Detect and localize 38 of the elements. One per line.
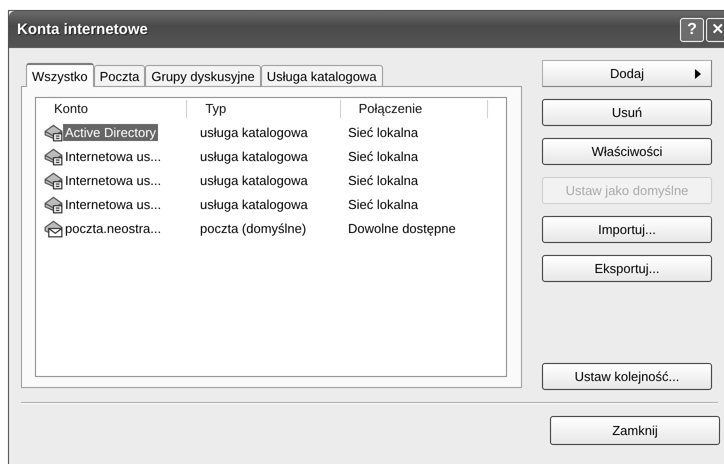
- table-cell-text: usługa katalogowa: [199, 124, 309, 140]
- action-button[interactable]: Właściwości: [542, 138, 712, 165]
- close-dialog-button[interactable]: Zamknij: [550, 416, 720, 445]
- table-cell-text: Sieć lokalna: [348, 196, 420, 212]
- table-cell-text: usługa katalogowa: [199, 148, 309, 164]
- directory-service-icon: [44, 194, 63, 214]
- window-title: Konta internetowe: [17, 21, 149, 38]
- table-cell-text: Dowolne dostępne: [348, 220, 457, 236]
- action-button[interactable]: Importuj...: [542, 216, 712, 243]
- table-cell-text: Sieć lokalna: [348, 148, 420, 164]
- account-name[interactable]: poczta.neostra...: [63, 220, 164, 236]
- tab[interactable]: Usługa katalogowa: [260, 65, 383, 86]
- table-cell-text: poczta (domyślne): [199, 220, 308, 236]
- close-button[interactable]: ✕: [706, 18, 724, 42]
- directory-service-icon: [44, 146, 63, 166]
- mail-account-icon: [44, 218, 63, 238]
- tab[interactable]: Poczta: [94, 65, 146, 86]
- action-button[interactable]: Ustaw kolejność...: [542, 363, 712, 390]
- account-name[interactable]: Internetowa us...: [63, 148, 164, 164]
- account-name[interactable]: Active Directory: [63, 124, 158, 140]
- directory-service-icon: [44, 122, 63, 142]
- directory-service-icon: [44, 170, 63, 190]
- submenu-arrow-icon: [695, 69, 701, 79]
- column-header[interactable]: Konto: [36, 100, 188, 118]
- table-cell-text: Sieć lokalna: [348, 172, 420, 188]
- table-cell-text: usługa katalogowa: [199, 196, 309, 212]
- table-cell-text: usługa katalogowa: [199, 172, 309, 188]
- action-button[interactable]: Eksportuj...: [542, 255, 712, 282]
- tab[interactable]: Grupy dyskusyjne: [145, 65, 261, 86]
- table-cell-text: Sieć lokalna: [348, 124, 420, 140]
- help-button[interactable]: ?: [680, 18, 704, 42]
- column-header[interactable]: Typ: [187, 100, 341, 118]
- action-button[interactable]: Usuń: [542, 99, 712, 126]
- tab[interactable]: Wszystko: [26, 63, 94, 87]
- account-name[interactable]: Internetowa us...: [63, 172, 164, 188]
- add-menu-button[interactable]: Dodaj: [542, 60, 712, 87]
- column-header[interactable]: Połączenie: [340, 100, 488, 118]
- account-name[interactable]: Internetowa us...: [63, 196, 164, 212]
